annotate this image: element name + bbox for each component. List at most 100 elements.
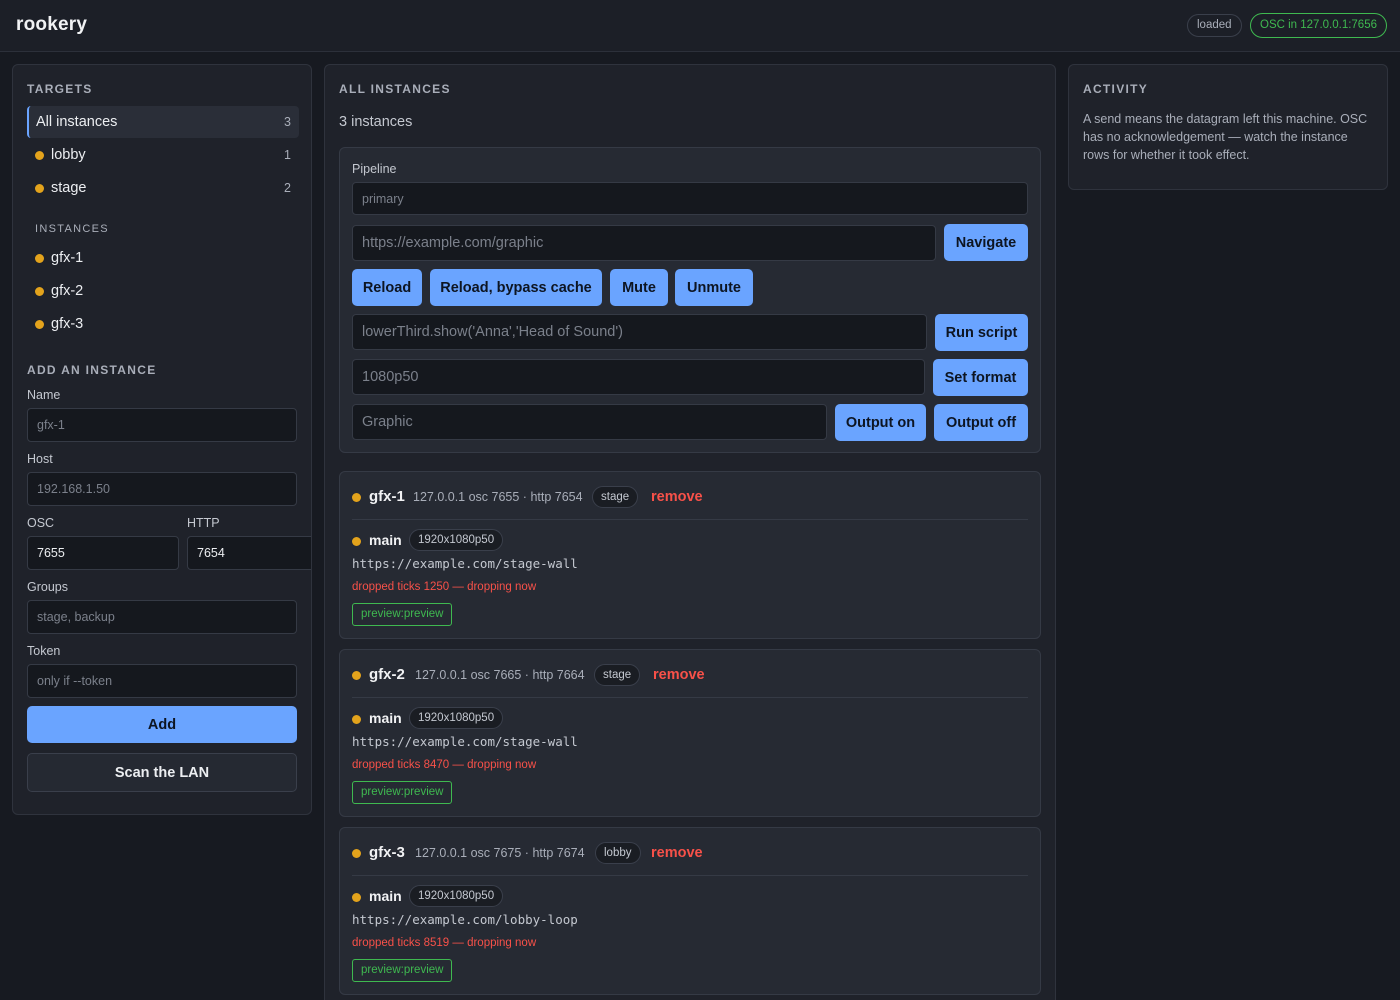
instances-subtitle: INSTANCES: [35, 223, 109, 235]
activity-title: ACTIVITY: [1083, 82, 1149, 96]
instance-name: gfx-3: [369, 844, 405, 861]
instance-card-gfx-3: gfx-3 127.0.0.1 osc 7675 · http 7674 lob…: [339, 827, 1041, 995]
status-dot-icon: [352, 849, 361, 858]
osc-port-input[interactable]: [27, 536, 179, 570]
format-input[interactable]: [352, 359, 925, 395]
status-dot-icon: [35, 287, 44, 296]
instances-panel: ALL INSTANCES 3 instances Pipeline Navig…: [324, 64, 1056, 1000]
status-dot-icon: [352, 671, 361, 680]
dropped-ticks-warning: dropped ticks 8519 — dropping now: [352, 937, 537, 949]
output-off-button[interactable]: Output off: [934, 404, 1028, 441]
run-script-button[interactable]: Run script: [935, 314, 1028, 351]
preview-button[interactable]: preview:preview: [352, 781, 453, 804]
activity-panel: ACTIVITY A send means the datagram left …: [1068, 64, 1388, 190]
status-osc-badge: OSC in 127.0.0.1:7656: [1250, 13, 1387, 38]
channel-url: https://example.com/lobby-loop: [352, 912, 578, 927]
status-dot-icon: [352, 537, 361, 546]
scan-lan-button[interactable]: Scan the LAN: [27, 753, 297, 792]
mute-button[interactable]: Mute: [610, 269, 668, 306]
status-loaded-badge: loaded: [1187, 14, 1242, 37]
host-label: Host: [27, 452, 53, 466]
dropped-ticks-warning: dropped ticks 1250 — dropping now: [352, 581, 537, 593]
instance-name: gfx-1: [369, 488, 405, 505]
remove-instance-link[interactable]: remove: [651, 845, 703, 861]
remove-instance-link[interactable]: remove: [651, 489, 703, 505]
target-all-count: 3: [284, 115, 291, 129]
channel-name: main: [369, 888, 402, 904]
channel-name: main: [369, 532, 402, 548]
channel-format-badge: 1920x1080p50: [409, 707, 504, 729]
target-all-label: All instances: [36, 114, 118, 130]
target-group-count: 2: [284, 181, 291, 195]
target-instance-label: gfx-2: [51, 283, 84, 299]
instance-group-badge: lobby: [595, 842, 641, 864]
channel-name: main: [369, 710, 402, 726]
dropped-ticks-warning: dropped ticks 8470 — dropping now: [352, 759, 537, 771]
channel-url: https://example.com/stage-wall: [352, 734, 578, 749]
divider: [352, 875, 1028, 876]
target-instance-label: gfx-1: [51, 250, 84, 266]
instance-group-badge: stage: [592, 486, 639, 508]
instance-card-gfx-1: gfx-1 127.0.0.1 osc 7655 · http 7654 sta…: [339, 471, 1041, 639]
instance-meta: 127.0.0.1 osc 7665 · http 7664: [415, 668, 585, 682]
target-group-label: lobby: [51, 147, 86, 163]
instance-name: gfx-2: [369, 666, 405, 683]
target-group-lobby[interactable]: lobby 1: [27, 139, 299, 171]
target-instance-gfx-3[interactable]: gfx-3: [27, 308, 299, 340]
reload-button[interactable]: Reload: [352, 269, 422, 306]
top-bar: rookery loaded OSC in 127.0.0.1:7656: [0, 0, 1400, 52]
status-dot-icon: [35, 254, 44, 263]
token-input[interactable]: [27, 664, 297, 698]
host-input[interactable]: [27, 472, 297, 506]
instance-count: 3 instances: [339, 114, 413, 130]
target-group-label: stage: [51, 180, 87, 196]
groups-input[interactable]: [27, 600, 297, 634]
output-input[interactable]: [352, 404, 827, 440]
target-group-stage[interactable]: stage 2: [27, 172, 299, 204]
pipeline-input[interactable]: [352, 182, 1028, 215]
navigate-button[interactable]: Navigate: [944, 224, 1028, 261]
activity-description: A send means the datagram left this mach…: [1083, 112, 1368, 162]
remove-instance-link[interactable]: remove: [653, 667, 705, 683]
targets-panel: TARGETS All instances 3 lobby 1 stage 2 …: [12, 64, 312, 815]
osc-label: OSC: [27, 516, 55, 530]
pipeline-controls: Pipeline Navigate Reload Reload, bypass …: [339, 147, 1041, 453]
targets-title: TARGETS: [27, 82, 93, 96]
instance-group-badge: stage: [594, 664, 641, 686]
channel-format-badge: 1920x1080p50: [409, 529, 504, 551]
target-group-count: 1: [284, 148, 291, 162]
status-dot-icon: [35, 151, 44, 160]
reload-bypass-cache-button[interactable]: Reload, bypass cache: [430, 269, 602, 306]
instance-card-gfx-2: gfx-2 127.0.0.1 osc 7665 · http 7664 sta…: [339, 649, 1041, 817]
target-instance-gfx-1[interactable]: gfx-1: [27, 242, 299, 274]
divider: [352, 519, 1028, 520]
http-port-input[interactable]: [187, 536, 311, 570]
add-instance-title: ADD AN INSTANCE: [27, 363, 157, 377]
all-instances-title: ALL INSTANCES: [339, 82, 451, 96]
app-title: rookery: [16, 14, 88, 35]
instance-meta: 127.0.0.1 osc 7675 · http 7674: [415, 846, 585, 860]
status-dot-icon: [35, 184, 44, 193]
http-label: HTTP: [187, 516, 220, 530]
token-label: Token: [27, 644, 61, 658]
status-dot-icon: [352, 893, 361, 902]
script-input[interactable]: [352, 314, 927, 350]
name-label: Name: [27, 388, 61, 402]
set-format-button[interactable]: Set format: [933, 359, 1028, 396]
pipeline-label: Pipeline: [352, 162, 397, 176]
groups-label: Groups: [27, 580, 68, 594]
preview-button[interactable]: preview:preview: [352, 959, 453, 982]
status-dot-icon: [352, 715, 361, 724]
name-input[interactable]: [27, 408, 297, 442]
target-all-instances[interactable]: All instances 3: [27, 106, 299, 138]
target-instance-label: gfx-3: [51, 316, 84, 332]
divider: [352, 697, 1028, 698]
url-input[interactable]: [352, 225, 936, 261]
unmute-button[interactable]: Unmute: [675, 269, 753, 306]
channel-url: https://example.com/stage-wall: [352, 556, 578, 571]
target-instance-gfx-2[interactable]: gfx-2: [27, 275, 299, 307]
channel-format-badge: 1920x1080p50: [409, 885, 504, 907]
preview-button[interactable]: preview:preview: [352, 603, 453, 626]
output-on-button[interactable]: Output on: [835, 404, 926, 441]
add-instance-button[interactable]: Add: [27, 706, 297, 743]
